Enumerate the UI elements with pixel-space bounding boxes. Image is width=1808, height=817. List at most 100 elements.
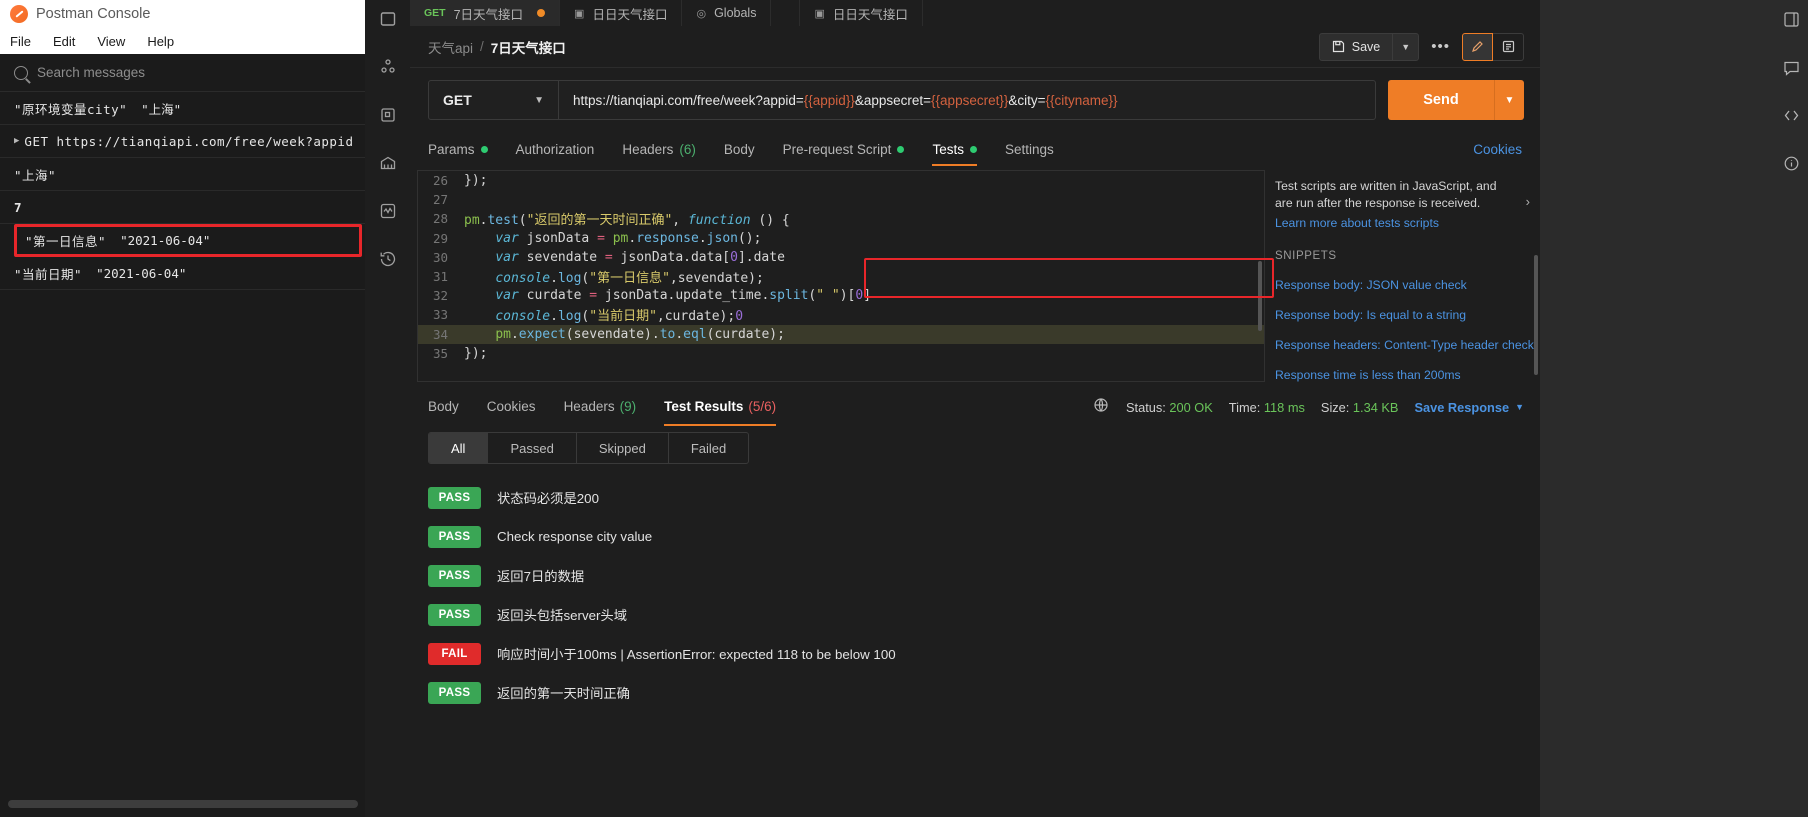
response-meta: Status: 200 OK Time: 118 ms Size: 1.34 K… — [1093, 397, 1540, 417]
test-result-row: PASS 返回头包括server头域 — [428, 595, 1540, 634]
request-tab-body[interactable]: Body — [710, 132, 769, 166]
response-tab-label: Test Results — [664, 399, 744, 414]
filter-failed[interactable]: Failed — [669, 433, 748, 463]
response-tab-body[interactable]: Body — [428, 388, 473, 426]
comment-icon[interactable] — [1780, 56, 1802, 78]
console-log-row[interactable]: "上海" — [0, 158, 365, 191]
response-tab-test-results[interactable]: Test Results (5/6) — [650, 388, 790, 426]
collections-icon[interactable] — [375, 54, 401, 80]
open-tab-4[interactable]: ▣ 日日天气接口 — [800, 0, 923, 26]
response-tab-headers[interactable]: Headers (9) — [550, 388, 651, 426]
menu-view[interactable]: View — [97, 34, 125, 49]
history-icon[interactable] — [375, 246, 401, 272]
filter-passed[interactable]: Passed — [488, 433, 577, 463]
code-line[interactable]: 26}); — [418, 171, 1264, 190]
console-log-row[interactable]: "当前日期" "2021-06-04" — [0, 257, 365, 290]
request-tab-label: Authorization — [515, 141, 595, 157]
response-tab-label: Body — [428, 399, 459, 414]
menu-edit[interactable]: Edit — [53, 34, 75, 49]
snippet-item[interactable]: Response time is less than 200ms — [1275, 368, 1540, 382]
save-button[interactable]: Save — [1320, 34, 1393, 60]
console-horizontal-scrollbar[interactable] — [8, 800, 358, 808]
open-tab-2[interactable]: ◎ Globals — [682, 0, 772, 26]
editor-scrollbar[interactable] — [1258, 261, 1262, 331]
status-badge: PASS — [428, 525, 481, 548]
request-tab-params[interactable]: Params — [428, 132, 502, 166]
console-log-row[interactable]: "第一日信息" "2021-06-04" — [14, 224, 362, 257]
status-badge: PASS — [428, 681, 481, 704]
monitors-icon[interactable] — [375, 198, 401, 224]
code-line[interactable]: 27 — [418, 190, 1264, 209]
code-line[interactable]: 35}); — [418, 344, 1264, 363]
breadcrumb-parent[interactable]: 天气api — [428, 37, 473, 57]
open-tab-3[interactable] — [771, 0, 801, 26]
postman-console-window: Postman Console File Edit View Help Sear… — [0, 0, 365, 817]
request-tab-settings[interactable]: Settings — [991, 132, 1068, 166]
snippet-item[interactable]: Response headers: Content-Type header ch… — [1275, 338, 1540, 352]
menu-help[interactable]: Help — [147, 34, 174, 49]
status-field: Status: 200 OK — [1126, 400, 1213, 415]
snippet-list: Response body: JSON value check Response … — [1275, 278, 1540, 382]
http-method-select[interactable]: GET ▼ — [429, 81, 559, 119]
snippet-item[interactable]: Response body: JSON value check — [1275, 278, 1540, 292]
open-tab-0[interactable]: GET 7日天气接口 — [410, 0, 561, 26]
active-indicator-dot-icon — [480, 145, 488, 153]
code-line[interactable]: 32 var curdate = jsonData.update_time.sp… — [418, 286, 1264, 305]
active-indicator-dot-icon — [969, 145, 977, 153]
status-badge: PASS — [428, 603, 481, 626]
console-search-bar[interactable]: Search messages — [0, 54, 365, 92]
save-dropdown-caret-icon[interactable]: ▼ — [1392, 33, 1418, 60]
console-log-row[interactable]: "原环境变量city" "上海" — [0, 92, 365, 125]
info-icon[interactable] — [1780, 152, 1802, 174]
code-line[interactable]: 31 console.log("第一日信息",sevendate); — [418, 267, 1264, 286]
test-name: 返回7日的数据 — [497, 569, 585, 584]
chevron-right-icon[interactable]: › — [1526, 194, 1530, 209]
layout-icon[interactable] — [1780, 8, 1802, 30]
code-line[interactable]: 29 var jsonData = pm.response.json(); — [418, 229, 1264, 248]
save-response-button[interactable]: Save Response ▼ — [1414, 400, 1524, 415]
status-badge: FAIL — [428, 642, 481, 665]
code-text: console.log("第一日信息",sevendate); — [495, 271, 764, 287]
search-input[interactable]: Search messages — [37, 65, 145, 80]
apis-icon[interactable] — [375, 102, 401, 128]
url-input[interactable]: https://tianqiapi.com/free/week?appid={{… — [559, 81, 1375, 119]
response-tab-label: Cookies — [486, 399, 536, 414]
tests-code-editor[interactable]: 26}); 27 28 pm.test("返回的第一天时间正确", function … — [417, 170, 1265, 382]
code-line[interactable]: 34 pm.expect(sevendate).to.eql(curdate); — [418, 324, 1264, 344]
documentation-button[interactable] — [1493, 32, 1524, 61]
send-button[interactable]: Send — [1388, 80, 1494, 120]
filter-all[interactable]: All — [429, 433, 489, 463]
breadcrumb-current: 7日天气接口 — [490, 40, 566, 56]
environments-icon[interactable] — [375, 150, 401, 176]
code-line[interactable]: 33 console.log("当前日期",curdate);0 — [418, 305, 1264, 324]
menu-file[interactable]: File — [10, 34, 31, 49]
url-text: https://tianqiapi.com/free/week?appid= — [573, 92, 804, 108]
edit-mode-button[interactable] — [1462, 32, 1493, 61]
request-tab-headers[interactable]: Headers (6) — [608, 132, 710, 166]
console-log-row[interactable]: ▶ GET https://tianqiapi.com/free/week?app… — [0, 125, 365, 158]
request-tab-pre-request-script[interactable]: Pre-request Script — [769, 132, 919, 166]
request-tab-authorization[interactable]: Authorization — [502, 132, 609, 166]
response-tab-cookies[interactable]: Cookies — [473, 388, 550, 426]
url-variable: {{appid}} — [803, 92, 855, 108]
expand-caret-icon[interactable]: ▶ — [14, 136, 19, 146]
snippets-scrollbar[interactable] — [1534, 255, 1538, 375]
request-tab-tests[interactable]: Tests — [918, 132, 991, 166]
code-line[interactable]: 30 var sevendate = jsonData.data[0].date — [418, 248, 1264, 267]
console-log-row[interactable]: 7 — [0, 191, 365, 224]
console-log-value: "上海" — [141, 101, 182, 117]
learn-more-link[interactable]: Learn more about tests scripts — [1275, 216, 1540, 230]
cookies-link[interactable]: Cookies — [1473, 132, 1522, 166]
snippet-item[interactable]: Response body: Is equal to a string — [1275, 308, 1540, 322]
filter-skipped[interactable]: Skipped — [577, 433, 669, 463]
open-tab-method: GET — [424, 7, 446, 19]
globe-lock-icon[interactable] — [1093, 397, 1110, 417]
code-text: console.log("当前日期",curdate);0 — [495, 309, 744, 325]
screen-root: Postman Console File Edit View Help Sear… — [0, 0, 1808, 817]
scratchpad-icon[interactable] — [375, 6, 401, 32]
code-line[interactable]: 28 pm.test("返回的第一天时间正确", function () { — [418, 209, 1264, 228]
send-dropdown-caret-icon[interactable]: ▼ — [1494, 80, 1524, 120]
more-actions-button[interactable]: ••• — [1419, 38, 1462, 55]
code-icon[interactable] — [1780, 104, 1802, 126]
open-tab-1[interactable]: ▣ 日日天气接口 — [560, 0, 683, 26]
